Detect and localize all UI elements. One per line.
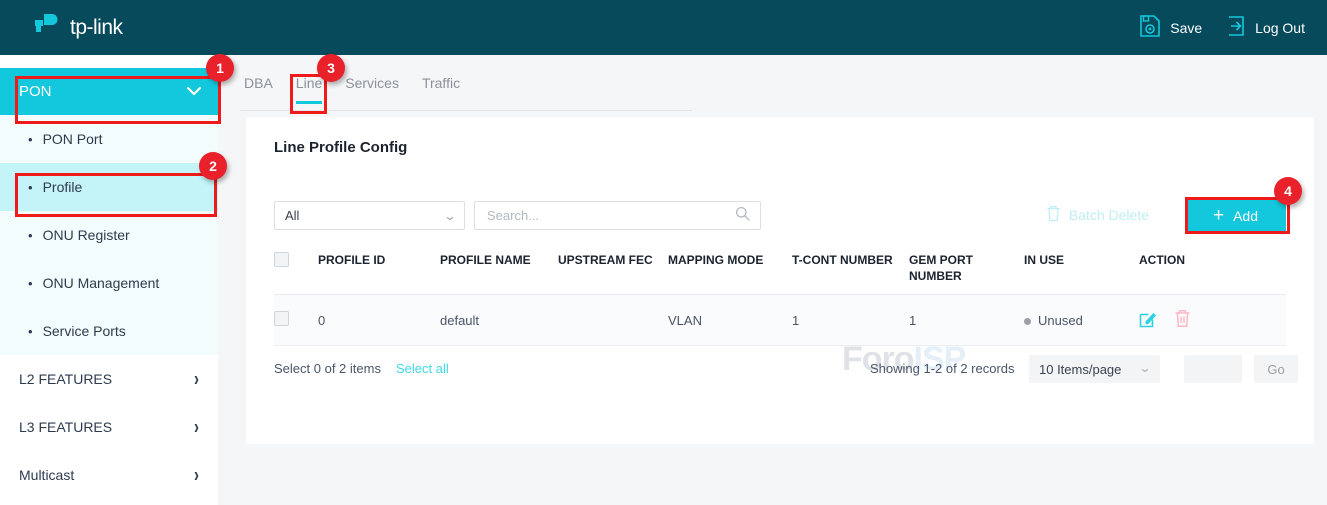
sidebar-item-service-ports[interactable]: • Service Ports [0, 307, 218, 355]
page-title: Line Profile Config [274, 139, 407, 156]
sidebar-group-l3-features[interactable]: L3 FEATURES › [0, 403, 218, 451]
bullet-icon: • [28, 229, 33, 242]
table-toolbar: All ⌄ Batch Delete [274, 201, 1286, 233]
sidebar-group-multicast[interactable]: Multicast › [0, 451, 218, 499]
save-button[interactable]: Save [1139, 14, 1202, 41]
sidebar-item-label: ONU Management [43, 275, 160, 291]
logout-button[interactable]: Log Out [1226, 15, 1305, 40]
chevron-down-icon: ⌄ [1138, 361, 1151, 375]
header-mapping-mode: MAPPING MODE [668, 246, 792, 295]
sidebar-submenu-pon: • PON Port • Profile • ONU Register • ON… [0, 115, 218, 355]
profiles-table: PROFILE ID PROFILE NAME UPSTREAM FEC MAP… [274, 246, 1286, 346]
header-tcont-number: T-CONT NUMBER [792, 246, 909, 295]
table-header-row: PROFILE ID PROFILE NAME UPSTREAM FEC MAP… [274, 246, 1286, 295]
sidebar-group-l2-features[interactable]: L2 FEATURES › [0, 355, 218, 403]
sidebar-item-label: Service Ports [43, 323, 126, 339]
sidebar-group-pon[interactable]: PON [0, 68, 218, 115]
sidebar-group-label: L2 FEATURES [19, 371, 112, 387]
go-button[interactable]: Go [1254, 355, 1298, 383]
chevron-right-icon: › [194, 368, 199, 391]
edit-pencil-icon[interactable] [1139, 309, 1158, 331]
sidebar-item-onu-management[interactable]: • ONU Management [0, 259, 218, 307]
header-in-use: IN USE [1024, 246, 1139, 295]
sidebar-item-onu-register[interactable]: • ONU Register [0, 211, 218, 259]
header-gem-port-number: GEM PORT NUMBER [909, 246, 1024, 295]
brand-name: tp-link [70, 16, 123, 40]
chevron-down-icon: ⌄ [443, 209, 456, 223]
table-row[interactable]: 0 default VLAN 1 1 Unused [274, 295, 1286, 346]
select-all-header [274, 246, 318, 295]
chevron-right-icon: › [194, 416, 199, 439]
save-gear-icon [1139, 14, 1161, 41]
search-icon[interactable] [735, 206, 750, 226]
batch-delete-button[interactable]: Batch Delete [1046, 205, 1149, 225]
chevron-right-icon: › [194, 464, 199, 487]
sidebar-item-label: ONU Register [43, 227, 130, 243]
main-content: DBA Line Services Traffic Line Profile C… [218, 55, 1327, 505]
add-button[interactable]: + Add [1185, 199, 1286, 232]
delete-trash-icon[interactable] [1174, 309, 1191, 331]
cell-action [1139, 295, 1286, 346]
header-profile-id: PROFILE ID [318, 246, 440, 295]
header-profile-name: PROFILE NAME [440, 246, 558, 295]
logout-arrow-icon [1226, 15, 1246, 40]
page-size-value: 10 Items/page [1039, 362, 1121, 377]
sidebar-group-label: L3 FEATURES [19, 419, 112, 435]
sidebar-item-profile[interactable]: • Profile [0, 163, 218, 211]
sidebar-item-label: PON Port [43, 131, 103, 147]
line-profile-panel: Line Profile Config ForoISP All ⌄ [246, 117, 1314, 444]
bullet-icon: • [28, 181, 33, 194]
sidebar-item-label: Profile [43, 179, 83, 195]
search-field[interactable] [474, 201, 761, 230]
logout-label: Log Out [1255, 20, 1305, 36]
header-action: ACTION [1139, 246, 1286, 295]
trash-icon [1046, 205, 1061, 225]
records-summary: Showing 1-2 of 2 records [870, 361, 1015, 376]
sidebar-item-pon-port[interactable]: • PON Port [0, 115, 218, 163]
cell-profile-name: default [440, 295, 558, 346]
status-badge: Unused [1038, 313, 1083, 328]
page-number-input[interactable] [1184, 355, 1242, 383]
cell-mapping-mode: VLAN [668, 295, 792, 346]
tab-services[interactable]: Services [345, 75, 399, 103]
cell-profile-id: 0 [318, 295, 440, 346]
bullet-icon: • [28, 277, 33, 290]
add-label: Add [1233, 208, 1258, 224]
top-header-bar: tp-link Save Log Out [0, 0, 1327, 55]
select-all-checkbox[interactable] [274, 252, 289, 267]
tplink-logo-icon [32, 12, 62, 43]
tab-dba[interactable]: DBA [244, 75, 273, 103]
sidebar-group-pon-label: PON [19, 83, 52, 100]
chevron-down-icon [186, 83, 202, 100]
cell-gem-port-number: 1 [909, 295, 1024, 346]
tab-bar: DBA Line Services Traffic [240, 75, 692, 111]
tab-line[interactable]: Line [296, 75, 322, 103]
cell-tcont-number: 1 [792, 295, 909, 346]
status-dot-icon [1024, 318, 1031, 325]
bullet-icon: • [28, 325, 33, 338]
tab-traffic[interactable]: Traffic [422, 75, 460, 103]
select-all-link[interactable]: Select all [396, 361, 449, 376]
save-label: Save [1170, 20, 1202, 36]
sidebar-nav: PON • PON Port • Profile • ONU Register … [0, 55, 218, 505]
page-size-select[interactable]: 10 Items/page ⌄ [1029, 355, 1160, 383]
selection-count: Select 0 of 2 items [274, 361, 381, 376]
search-input[interactable] [485, 207, 735, 224]
filter-select-value: All [285, 208, 299, 223]
bullet-icon: • [28, 133, 33, 146]
row-select-cell [274, 295, 318, 346]
plus-icon: + [1213, 206, 1224, 225]
header-actions: Save Log Out [1139, 0, 1305, 55]
row-checkbox[interactable] [274, 311, 289, 326]
batch-delete-label: Batch Delete [1069, 207, 1149, 223]
filter-select[interactable]: All ⌄ [274, 201, 465, 230]
sidebar-group-label: Multicast [19, 467, 74, 483]
header-upstream-fec: UPSTREAM FEC [558, 246, 668, 295]
cell-in-use: Unused [1024, 295, 1139, 346]
brand-logo[interactable]: tp-link [32, 12, 123, 43]
table-footer: Select 0 of 2 items Select all Showing 1… [274, 355, 1286, 385]
cell-upstream-fec [558, 295, 668, 346]
